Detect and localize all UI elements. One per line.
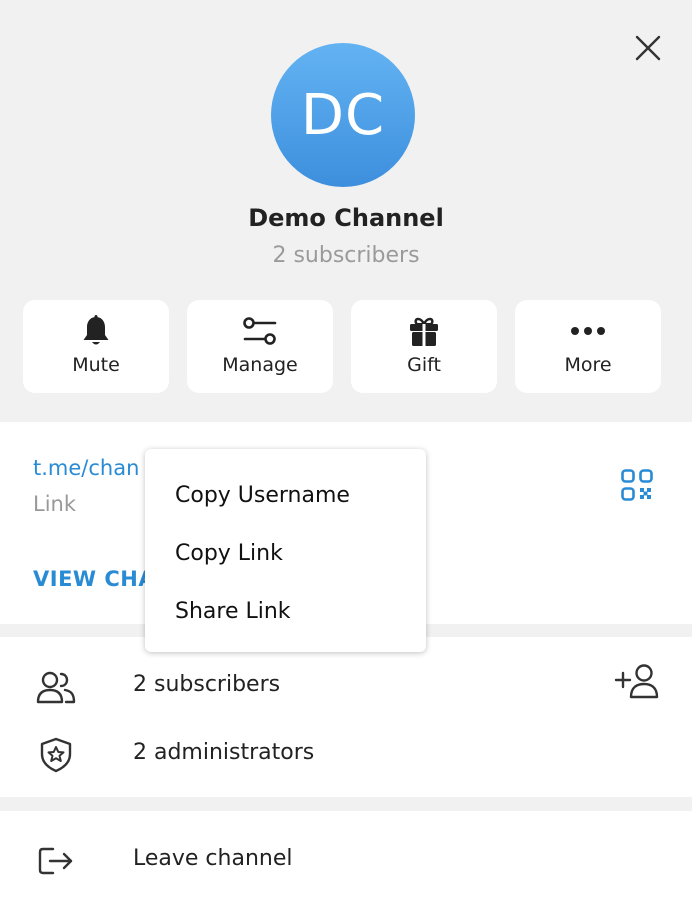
qr-code-button[interactable] <box>620 468 654 502</box>
copy-username-item[interactable]: Copy Username <box>145 466 426 524</box>
channel-header: DC Demo Channel 2 subscribers Mute Manag… <box>0 0 692 422</box>
administrators-row[interactable]: 2 administrators <box>0 723 692 783</box>
gift-icon <box>410 317 438 346</box>
subscribers-label: 2 subscribers <box>133 672 281 697</box>
more-dots-icon <box>571 327 605 335</box>
shield-star-icon <box>40 737 72 773</box>
gift-button[interactable]: Gift <box>351 300 497 393</box>
bell-icon <box>83 315 109 345</box>
share-link-item[interactable]: Share Link <box>145 582 426 640</box>
gift-label: Gift <box>407 354 441 376</box>
more-label: More <box>564 354 612 376</box>
channel-subscriber-count: 2 subscribers <box>272 243 420 268</box>
members-section: 2 subscribers 2 administrators <box>0 637 692 797</box>
people-icon <box>36 671 76 704</box>
copy-link-item[interactable]: Copy Link <box>145 524 426 582</box>
avatar-initials: DC <box>300 82 386 148</box>
manage-button[interactable]: Manage <box>187 300 333 393</box>
exit-icon <box>38 847 73 875</box>
more-button[interactable]: More <box>515 300 661 393</box>
view-channel-button[interactable]: VIEW CHA <box>33 567 155 591</box>
add-subscriber-button[interactable] <box>614 663 660 703</box>
leave-channel-label: Leave channel <box>133 846 293 871</box>
mute-label: Mute <box>72 354 120 376</box>
sliders-icon <box>243 317 277 345</box>
channel-avatar[interactable]: DC <box>271 43 415 187</box>
close-button[interactable] <box>630 30 666 66</box>
subscribers-row[interactable]: 2 subscribers <box>0 655 692 715</box>
close-icon <box>635 35 661 61</box>
qr-code-icon <box>621 469 653 501</box>
action-buttons: Mute Manage Gift More <box>23 300 669 393</box>
administrators-label: 2 administrators <box>133 740 315 765</box>
manage-label: Manage <box>222 354 298 376</box>
leave-channel-row[interactable]: Leave channel <box>0 829 692 889</box>
add-user-icon <box>614 664 659 699</box>
mute-button[interactable]: Mute <box>23 300 169 393</box>
channel-link[interactable]: t.me/chan <box>33 456 139 480</box>
channel-title: Demo Channel <box>248 204 444 232</box>
link-context-menu: Copy Username Copy Link Share Link <box>145 449 426 652</box>
leave-section: Leave channel <box>0 811 692 910</box>
link-caption: Link <box>33 492 77 516</box>
